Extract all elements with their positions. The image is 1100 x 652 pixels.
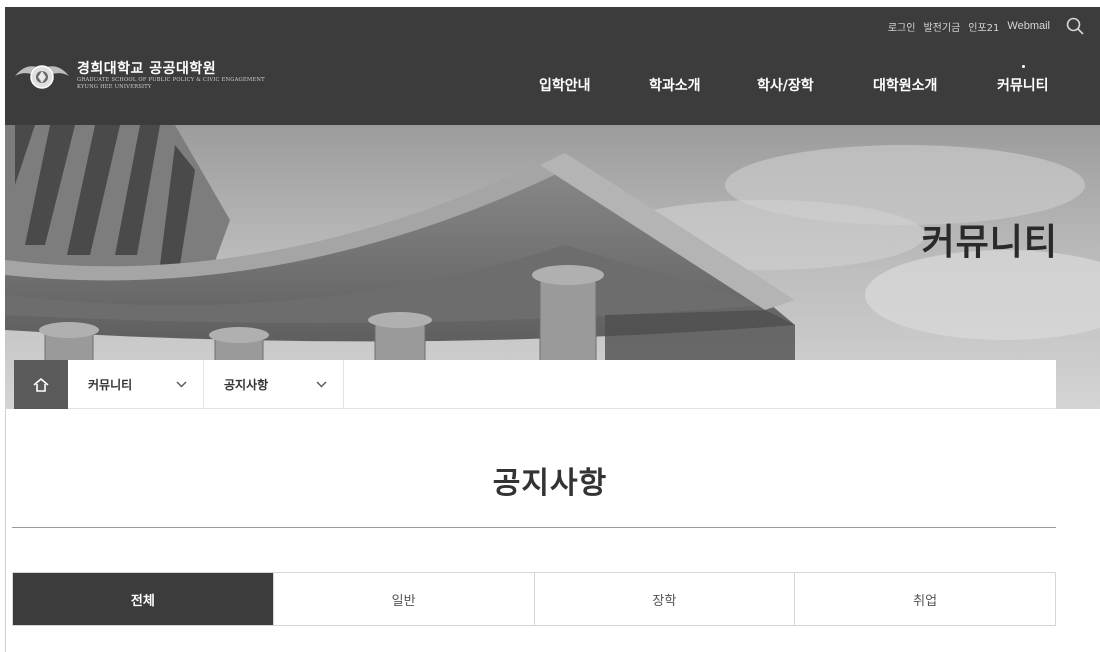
nav-about[interactable]: 대학원소개 bbox=[873, 75, 937, 95]
main-nav: 입학안내 학과소개 학사/장학 대학원소개 커뮤니티 bbox=[5, 7, 1100, 125]
site-header: 로그인 발전기금 인포21 Webmail 경희대학교 공공대학원 GRADUA… bbox=[5, 7, 1100, 125]
tab-scholarship[interactable]: 장학 bbox=[534, 573, 796, 625]
nav-community[interactable]: 커뮤니티 bbox=[997, 65, 1049, 95]
left-border bbox=[5, 409, 6, 652]
breadcrumb-label: 커뮤니티 bbox=[88, 377, 133, 392]
tab-all[interactable]: 전체 bbox=[13, 573, 274, 625]
hero-title: 커뮤니티 bbox=[921, 222, 1058, 263]
tab-general[interactable]: 일반 bbox=[273, 573, 535, 625]
title-divider bbox=[12, 527, 1056, 528]
home-button[interactable] bbox=[14, 360, 68, 409]
breadcrumb-dropdown-notice[interactable]: 공지사항 bbox=[204, 360, 344, 408]
nav-admission[interactable]: 입학안내 bbox=[539, 75, 591, 95]
nav-departments[interactable]: 학과소개 bbox=[649, 75, 701, 95]
breadcrumb: 커뮤니티 공지사항 bbox=[14, 360, 1056, 409]
chevron-down-icon bbox=[316, 381, 327, 387]
category-tabs: 전체 일반 장학 취업 bbox=[12, 572, 1056, 626]
breadcrumb-label: 공지사항 bbox=[224, 377, 269, 392]
page-title: 공지사항 bbox=[492, 466, 608, 501]
breadcrumb-dropdown-community[interactable]: 커뮤니티 bbox=[68, 360, 204, 408]
home-icon bbox=[33, 377, 49, 392]
nav-community-label: 커뮤니티 bbox=[997, 78, 1049, 94]
tab-employment[interactable]: 취업 bbox=[795, 573, 1055, 625]
nav-academics[interactable]: 학사/장학 bbox=[757, 75, 814, 95]
chevron-down-icon bbox=[176, 381, 187, 387]
active-dot bbox=[1021, 65, 1025, 68]
